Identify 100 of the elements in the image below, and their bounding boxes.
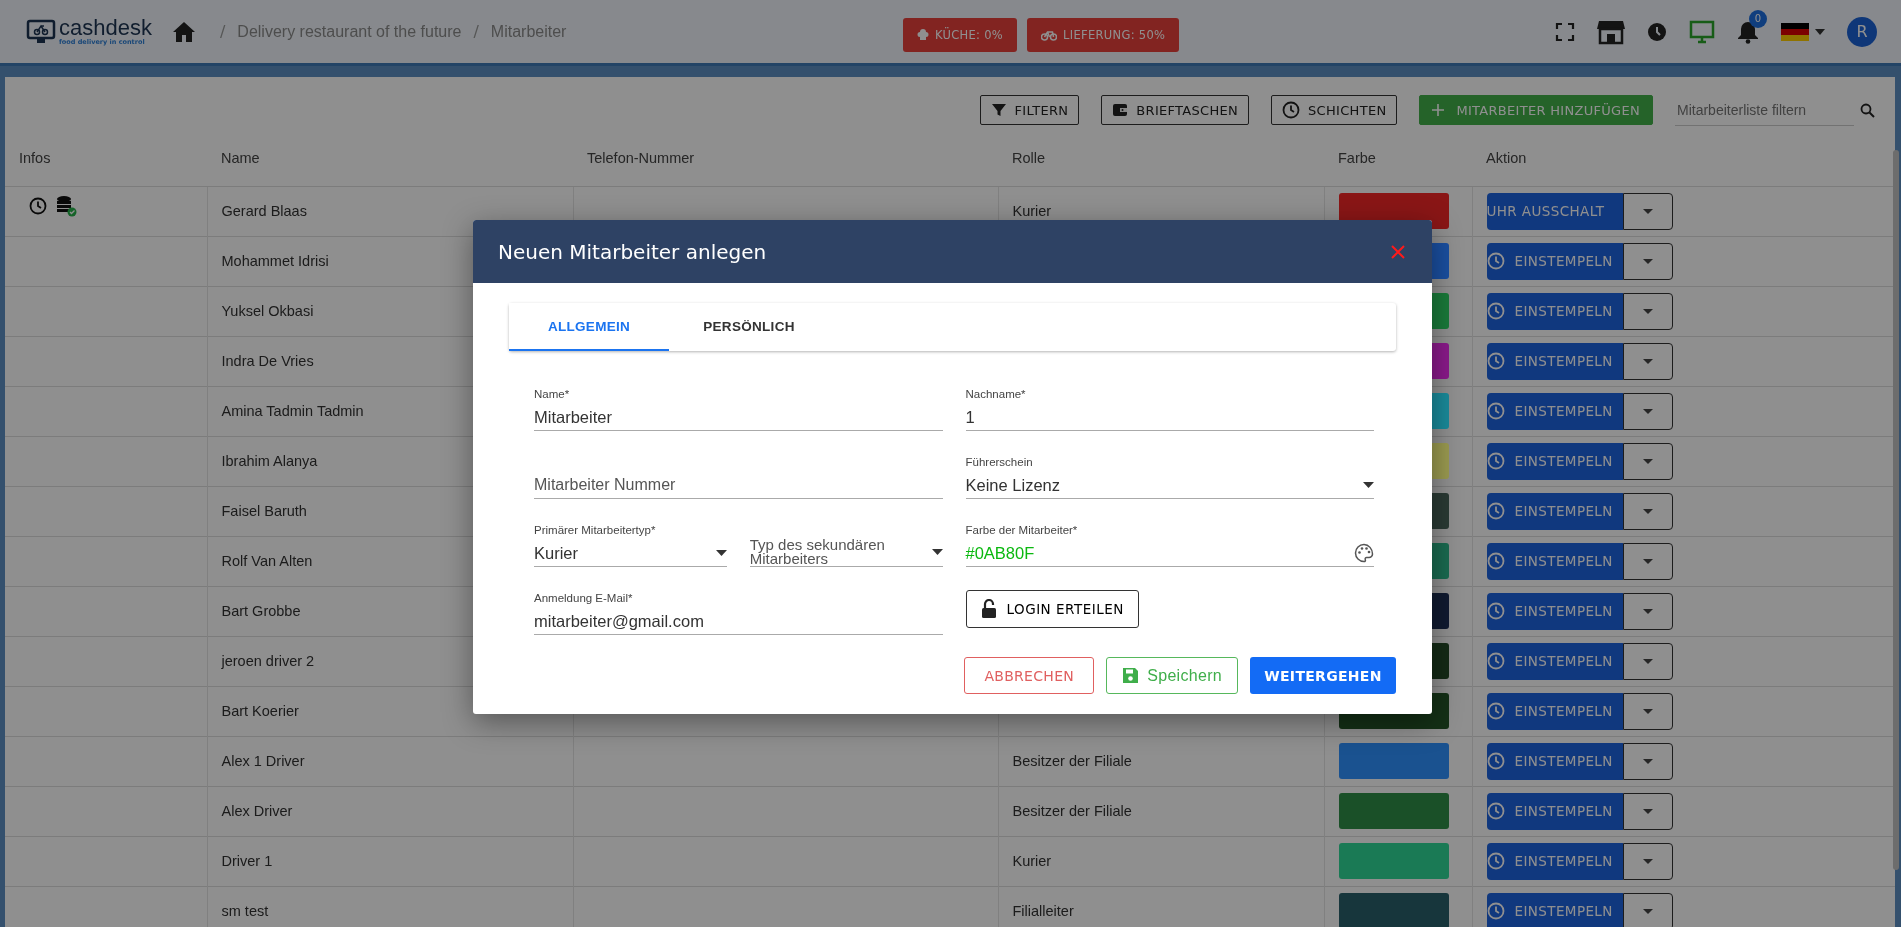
clock-action-button[interactable]: EINSTEMPELN [1486,242,1623,280]
dropdown-button[interactable] [1622,192,1673,230]
breadcrumb-separator: / [473,22,479,41]
dropdown-button[interactable] [1622,442,1673,480]
caret-icon [1642,658,1653,664]
caret-icon [1642,308,1653,314]
caret-icon [1642,908,1653,914]
field-label: Farbe der Mitarbeiter* [965,524,1079,536]
clock-action-button[interactable]: EINSTEMPELN [1486,392,1623,430]
employee-name: Yuksel Okbasi [221,303,314,319]
clock-icon [1486,602,1505,620]
clock-action-button[interactable]: UHR AUSSCHALT [1486,192,1623,230]
employee-name: Driver 1 [221,853,273,869]
status-badge[interactable]: KÜCHE: 0% [903,18,1018,52]
employee-name: Bart Koerier [221,703,299,719]
dropdown-button[interactable] [1622,592,1673,630]
search-field[interactable]: Mitarbeiterliste filtern [1675,94,1854,126]
select-field[interactable]: Kurier [534,540,727,567]
dropdown-button[interactable] [1622,242,1673,280]
breadcrumb-link[interactable]: Mitarbeiter [490,22,567,41]
caret-icon [1642,208,1653,214]
input-field[interactable]: 1 [965,404,1374,431]
login-button[interactable]: LOGIN ERTEILEN [965,590,1139,628]
breadcrumb-separator: / [219,22,226,41]
column-header: Aktion [1486,149,1527,166]
clock-action-button[interactable]: EINSTEMPELN [1486,542,1623,580]
caret-icon [1642,708,1653,714]
employee-name: Gerard Blaas [221,203,307,219]
select-field[interactable]: Typ des sekundären Mitarbeiters [749,537,943,567]
save-button[interactable]: Speichern [1106,657,1238,694]
color-field[interactable]: #0AB80F [965,540,1374,567]
dropdown-button[interactable] [1622,292,1673,330]
clock-icon [1486,752,1505,770]
role-text: Kurier [1012,203,1052,219]
cancel-button[interactable]: ABBRECHEN [964,657,1095,694]
clock-icon [1486,552,1505,570]
clock-action-button[interactable]: EINSTEMPELN [1486,892,1623,927]
clock-icon [1486,702,1505,720]
store-icon[interactable] [1597,18,1625,45]
employee-name: jeroen driver 2 [221,653,315,669]
field-label: Führerschein [965,456,1034,468]
toolbar-button[interactable]: BRIEFTASCHEN [1101,95,1250,125]
employee-name: Alex Driver [221,803,293,819]
clock-action-button[interactable]: EINSTEMPELN [1486,592,1623,630]
input-field[interactable]: Mitarbeiter [534,404,943,431]
dropdown-button[interactable] [1622,692,1673,730]
clock-icon [1486,402,1505,420]
clock-action-button[interactable]: EINSTEMPELN [1486,642,1623,680]
clock-icon [29,196,47,215]
user-avatar[interactable]: R [1847,16,1877,47]
clock-action-button[interactable]: EINSTEMPELN [1486,342,1623,380]
coins-icon [55,194,77,217]
dropdown-button[interactable] [1622,742,1673,780]
employee-name: Indra De Vries [221,353,314,369]
tab[interactable]: PERSÖNLICH [669,303,829,351]
clock-icon [1486,902,1505,921]
clock-action-button[interactable]: EINSTEMPELN [1486,292,1623,330]
unlocked-padlock-icon [980,599,997,619]
language-selector[interactable] [1781,22,1825,41]
close-icon[interactable] [1390,243,1406,260]
breadcrumb-link[interactable]: Delivery restaurant of the future [237,22,462,41]
tab[interactable]: ALLGEMEIN [509,303,669,351]
clock-action-button[interactable]: EINSTEMPELN [1486,692,1623,730]
clock-action-button[interactable]: EINSTEMPELN [1486,442,1623,480]
home-icon[interactable] [171,20,196,43]
role-text: Besitzer der Filiale [1012,753,1132,769]
dropdown-button[interactable] [1622,342,1673,380]
dropdown-button[interactable] [1622,642,1673,680]
palette-icon[interactable] [1354,543,1374,563]
dropdown-button[interactable] [1622,392,1673,430]
scrollbar[interactable] [1893,150,1899,870]
clock-icon[interactable] [1647,21,1667,42]
chef-hat-icon [917,29,929,41]
fullscreen-icon[interactable] [1555,21,1575,42]
clock-action-button[interactable]: EINSTEMPELN [1486,742,1623,780]
dropdown-button[interactable] [1622,542,1673,580]
wallet-icon [1112,103,1129,117]
input-field[interactable]: Mitarbeiter Nummer [534,472,943,499]
caret-icon [1642,258,1653,264]
clock-icon [1282,101,1301,119]
column-header: Telefon-Nummer [587,149,695,166]
toolbar-button[interactable]: MITARBEITER HINZUFÜGEN [1419,95,1653,125]
select-field[interactable]: Keine Lizenz [965,472,1374,499]
clock-action-button[interactable]: EINSTEMPELN [1486,792,1623,830]
dropdown-button[interactable] [1622,892,1673,927]
input-field[interactable]: mitarbeiter@gmail.com [534,608,943,635]
clock-action-button[interactable]: EINSTEMPELN [1486,492,1623,530]
column-header: Name [221,149,260,166]
caret-icon [1642,758,1653,764]
status-badge[interactable]: LIEFERUNG: 50% [1027,18,1180,52]
column-header: Rolle [1012,149,1046,166]
continue-button[interactable]: WEITERGEHEN [1250,657,1396,694]
dropdown-button[interactable] [1622,492,1673,530]
clock-action-button[interactable]: EINSTEMPELN [1486,842,1623,880]
dropdown-button[interactable] [1622,792,1673,830]
dropdown-button[interactable] [1622,842,1673,880]
clock-icon [1486,302,1505,320]
caret-icon [1642,408,1653,414]
toolbar-button[interactable]: SCHICHTEN [1271,95,1398,125]
toolbar-button[interactable]: FILTERN [979,95,1080,125]
